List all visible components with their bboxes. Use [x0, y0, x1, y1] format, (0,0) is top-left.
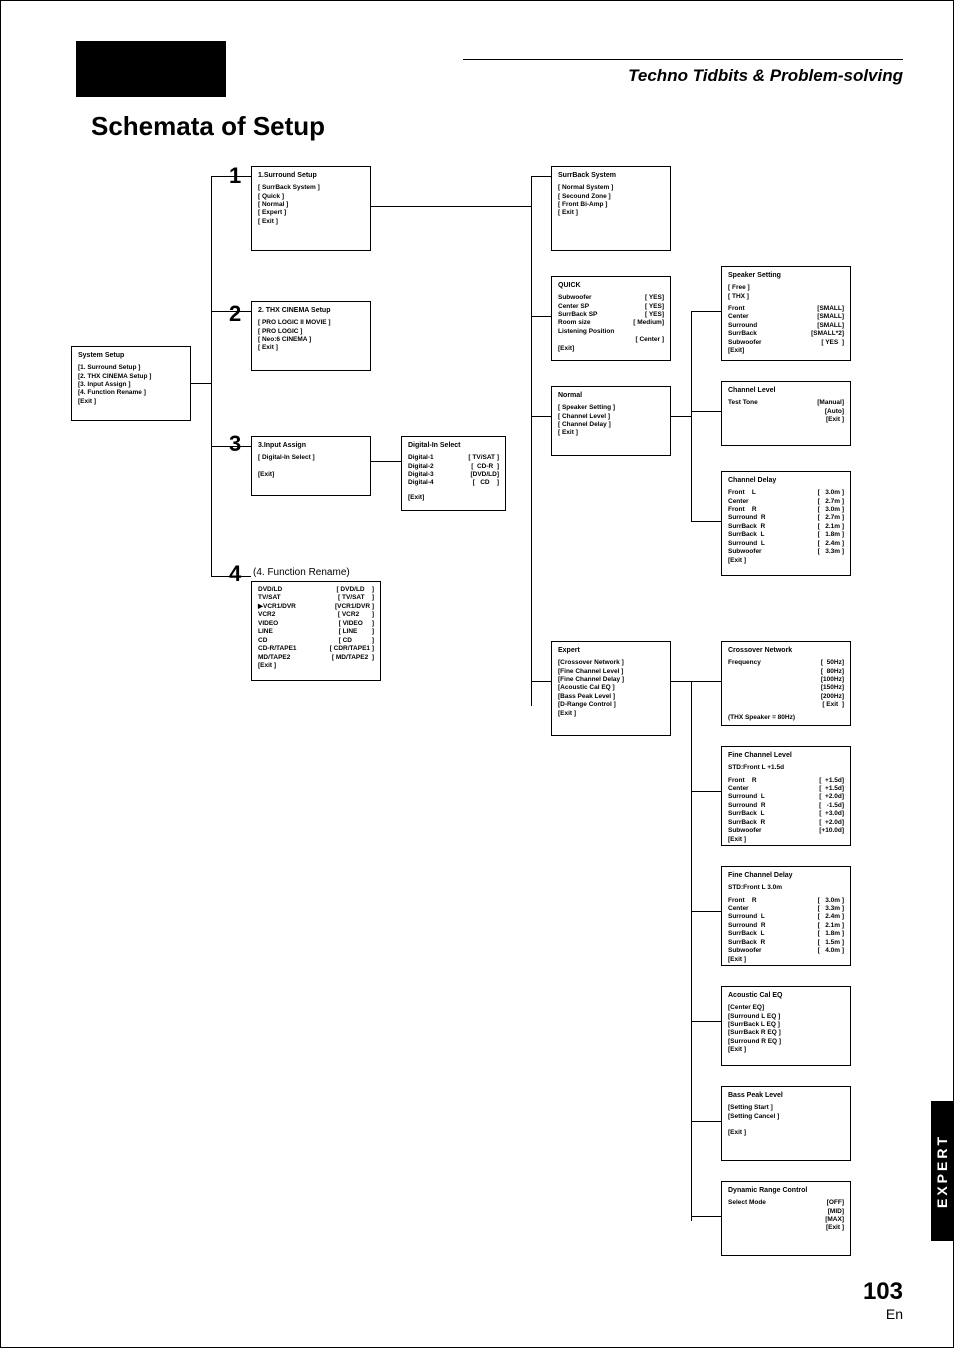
page-title: Schemata of Setup: [91, 111, 325, 142]
step-4: 4: [229, 561, 241, 587]
list: [ SurrBack System ][ Quick ][ Normal ][ …: [258, 184, 364, 226]
box-thx-cinema: 2. THX CINEMA Setup [ PRO LOGIC II MOVIE…: [251, 301, 371, 371]
box-input-assign: 3.Input Assign [ Digital-In Select ] [Ex…: [251, 436, 371, 496]
list: [Setting Start ][Setting Cancel ] [Exit …: [728, 1104, 844, 1138]
box-title: 1.Surround Setup: [258, 171, 364, 180]
box-function-rename: DVD/LD[ DVD/LD ]TV/SAT[ TV/SAT ]▶VCR1/DV…: [251, 581, 381, 681]
sub: STD:Front L 3.0m: [728, 884, 844, 892]
box-fine-level: Fine Channel Level STD:Front L +1.5d Fro…: [721, 746, 851, 846]
page-number-value: 103: [863, 1278, 903, 1306]
rows: Frequency[ 50Hz][ 80Hz][100Hz][150Hz][20…: [728, 659, 844, 710]
box-fine-delay: Fine Channel Delay STD:Front L 3.0m Fron…: [721, 866, 851, 966]
note: (THX Speaker = 80Hz): [728, 714, 844, 722]
list: [ Digital-In Select ] [Exit]: [258, 454, 364, 479]
box-bass-peak: Bass Peak Level [Setting Start ][Setting…: [721, 1086, 851, 1161]
rows: Front[SMALL]Center[SMALL]Surround[SMALL]…: [728, 305, 844, 356]
box-title: SurrBack System: [558, 171, 664, 180]
rows: Subwoofer[ YES]Center SP[ YES]SurrBack S…: [558, 294, 664, 353]
box-normal: Normal [ Speaker Setting ][ Channel Leve…: [551, 386, 671, 456]
box-title: Bass Peak Level: [728, 1091, 844, 1100]
rows: Front L[ 3.0m ]Center[ 2.7m ]Front R[ 3.…: [728, 489, 844, 565]
box-quick: QUICK Subwoofer[ YES]Center SP[ YES]Surr…: [551, 276, 671, 361]
box-title: Fine Channel Level: [728, 751, 844, 760]
page-lang: En: [863, 1306, 903, 1322]
list: [Crossover Network ][Fine Channel Level …: [558, 659, 664, 718]
rows: Front R[ 3.0m ]Center[ 3.3m ]Surround L[…: [728, 897, 844, 965]
box-speaker-setting: Speaker Setting [ Free ][ THX ] Front[SM…: [721, 266, 851, 361]
box-title: Fine Channel Delay: [728, 871, 844, 880]
box-title: Channel Delay: [728, 476, 844, 485]
box-title: QUICK: [558, 281, 664, 290]
box-title: Digital-In Select: [408, 441, 499, 450]
box-channel-level: Channel Level Test Tone[Manual][Auto][Ex…: [721, 381, 851, 446]
list: [ PRO LOGIC II MOVIE ][ PRO LOGIC ][ Neo…: [258, 319, 364, 353]
rows: Front R[ +1.5d]Center[ +1.5d]Surround L[…: [728, 777, 844, 845]
box-digital-in: Digital-In Select Digital-1[ TV/SAT ]Dig…: [401, 436, 506, 511]
section-title: Techno Tidbits & Problem-solving: [463, 66, 903, 86]
list: [Center EQ][Surround L EQ ][SurrBack L E…: [728, 1004, 844, 1055]
box-surround-setup: 1.Surround Setup [ SurrBack System ][ Qu…: [251, 166, 371, 251]
two-col: DVD/LD[ DVD/LD ]TV/SAT[ TV/SAT ]▶VCR1/DV…: [258, 586, 374, 670]
list: [ Normal System ][ Secound Zone ][ Front…: [558, 184, 664, 218]
box-surrback-system: SurrBack System [ Normal System ][ Secou…: [551, 166, 671, 251]
box-title: Speaker Setting: [728, 271, 844, 280]
sub: STD:Front L +1.5d: [728, 764, 844, 772]
diagram-canvas: 1 2 3 4 (4. Function Rename) System Setu…: [51, 151, 903, 1297]
box-acoustic: Acoustic Cal EQ [Center EQ][Surround L E…: [721, 986, 851, 1066]
header-black-box: [76, 41, 226, 97]
rows: Select Mode[OFF][MID][MAX][Exit ]: [728, 1199, 844, 1233]
box-title: Crossover Network: [728, 646, 844, 655]
box-title: Dynamic Range Control: [728, 1186, 844, 1195]
box-title: 2. THX CINEMA Setup: [258, 306, 364, 315]
page: Techno Tidbits & Problem-solving Schemat…: [0, 0, 954, 1348]
box-title: Expert: [558, 646, 664, 655]
step-3: 3: [229, 431, 241, 457]
box-title: Normal: [558, 391, 664, 400]
box-drc: Dynamic Range Control Select Mode[OFF][M…: [721, 1181, 851, 1256]
box-expert: Expert [Crossover Network ][Fine Channel…: [551, 641, 671, 736]
step-2: 2: [229, 301, 241, 327]
page-number: 103 En: [863, 1278, 903, 1322]
box-crossover: Crossover Network Frequency[ 50Hz][ 80Hz…: [721, 641, 851, 726]
list: [ Speaker Setting ][ Channel Level ][ Ch…: [558, 404, 664, 438]
box-title: System Setup: [78, 351, 184, 360]
exit: [Exit]: [408, 494, 499, 502]
list: [ Free ][ THX ]: [728, 284, 844, 301]
box-channel-delay: Channel Delay Front L[ 3.0m ]Center[ 2.7…: [721, 471, 851, 576]
list: [1. Surround Setup ][2. THX CINEMA Setup…: [78, 364, 184, 406]
rows: Test Tone[Manual][Auto][Exit ]: [728, 399, 844, 424]
box-title: Acoustic Cal EQ: [728, 991, 844, 1000]
rows: Digital-1[ TV/SAT ]Digital-2[ CD-R ]Digi…: [408, 454, 499, 488]
box-title: Channel Level: [728, 386, 844, 395]
box-title: 3.Input Assign: [258, 441, 364, 450]
box-system-setup: System Setup [1. Surround Setup ][2. THX…: [71, 346, 191, 421]
side-tab-expert: EXPERT: [931, 1101, 953, 1241]
step-4-label: (4. Function Rename): [253, 567, 350, 578]
header-line: Techno Tidbits & Problem-solving: [463, 59, 903, 86]
